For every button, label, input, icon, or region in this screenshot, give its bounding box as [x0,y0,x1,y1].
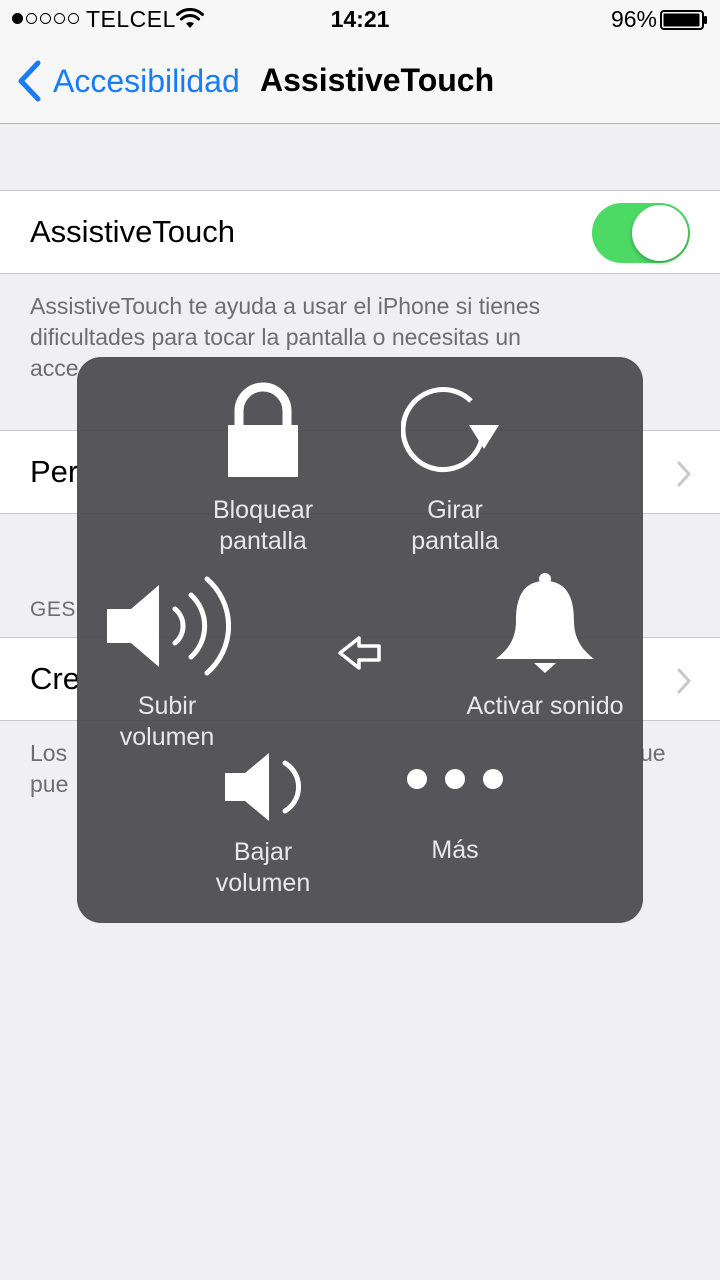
navigation-bar: Accesibilidad AssistiveTouch [0,40,720,124]
volume-up-icon [107,576,231,676]
volume-down-button[interactable]: Bajar volumen [193,745,333,899]
status-bar: TELCEL 14:21 96% [0,0,720,40]
assistivetouch-toggle-label: AssistiveTouch [30,214,236,249]
back-arrow-icon [338,636,381,670]
assistivetouch-toggle[interactable] [592,203,690,263]
battery-icon [660,10,707,30]
rotate-screen-button[interactable]: Girar pantalla [385,381,525,557]
back-button-center[interactable] [335,633,385,673]
assistivetouch-toggle-cell: AssistiveTouch [0,190,720,274]
lock-screen-button[interactable]: Bloquear pantalla [193,381,333,557]
battery-percentage: 96% [610,6,657,32]
more-dots-icon [407,769,503,789]
assistivetouch-menu: Bloquear pantalla Girar pantalla Subir v… [77,357,643,923]
lock-icon [228,382,298,477]
back-chevron-icon[interactable] [16,60,42,102]
page-title: AssistiveTouch [260,62,495,98]
volume-up-button[interactable]: Subir volumen [97,571,237,753]
volume-down-icon [225,753,302,821]
more-button[interactable]: Más [385,767,525,866]
section-header-gestures: GES [30,598,76,621]
bell-icon [496,573,594,673]
chevron-right-icon [677,461,691,487]
toggle-knob [632,205,688,261]
screen: TELCEL 14:21 96% Accesibilidad Assistive… [0,0,720,1280]
rotate-icon [401,387,499,473]
chevron-right-icon [677,668,691,694]
create-gesture-label: Cre [30,661,80,696]
back-button[interactable]: Accesibilidad [53,63,240,100]
unmute-button[interactable]: Activar sonido [447,571,643,722]
gestures-footer-end: ue [640,740,666,766]
customize-menu-label: Per [30,454,79,489]
